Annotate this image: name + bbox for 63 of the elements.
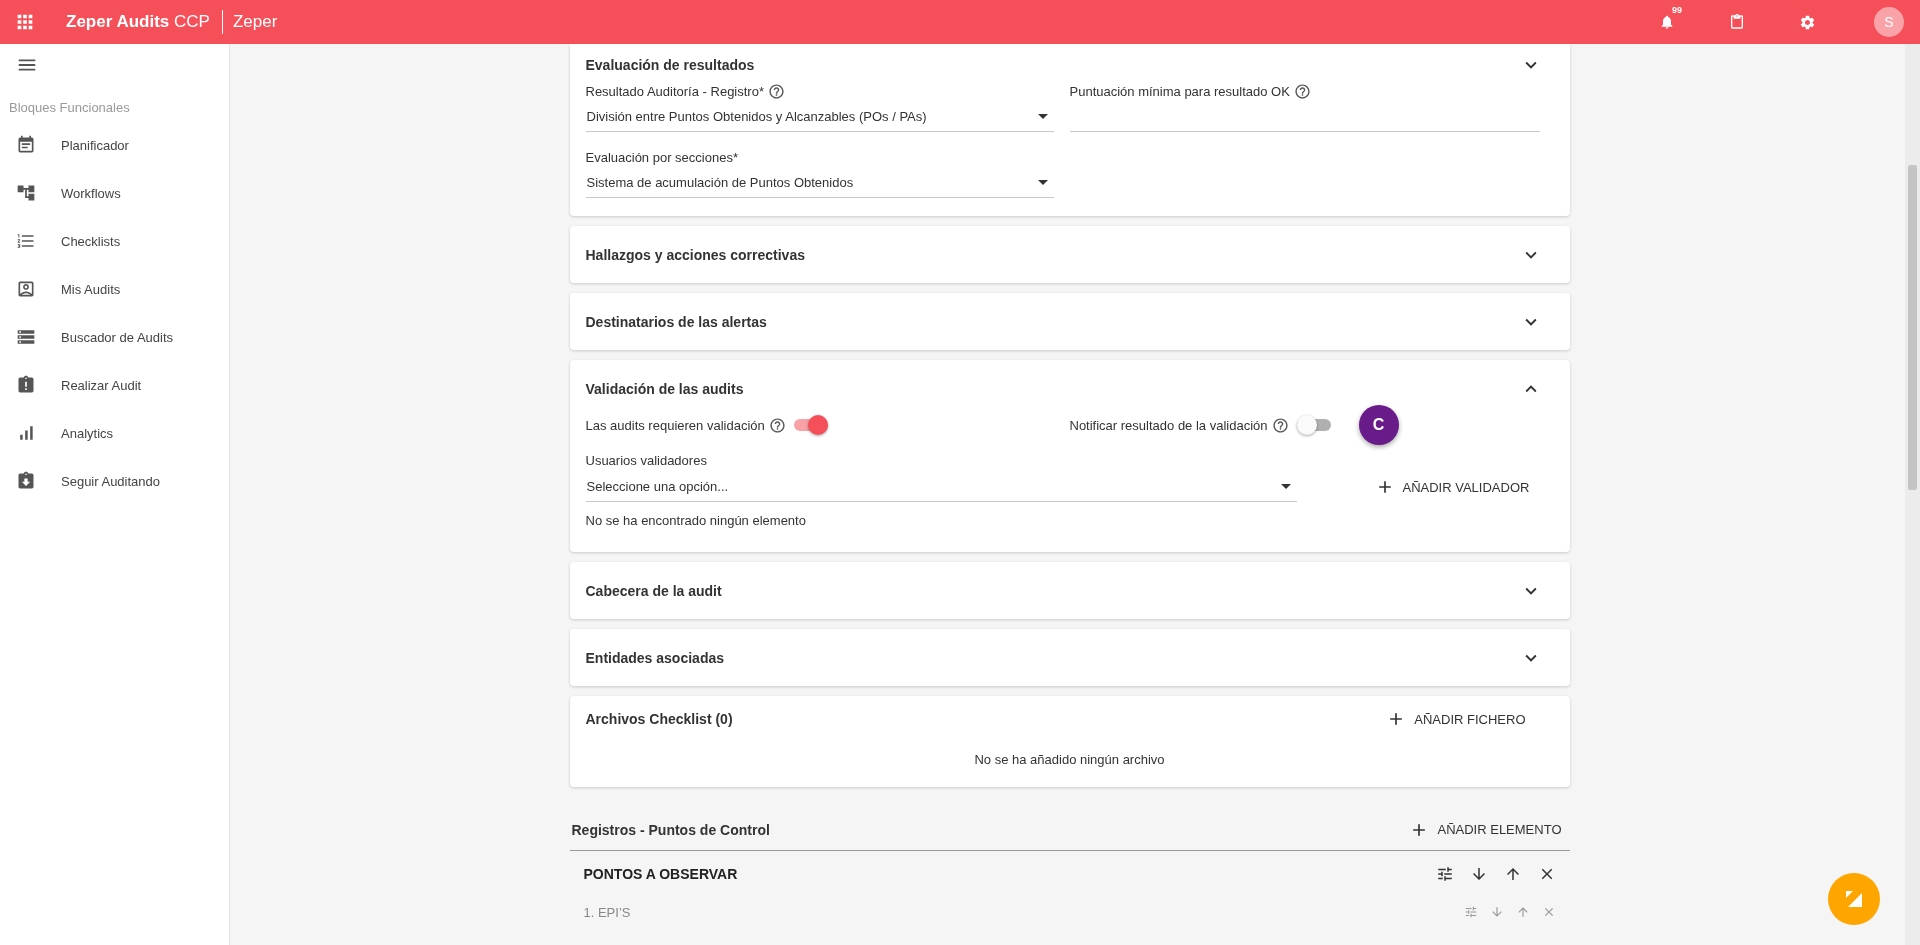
tune-button[interactable] (1435, 865, 1454, 883)
section-title: Registros - Puntos de Control (571, 821, 770, 838)
add-file-button[interactable]: AÑADIR FICHERO (1378, 703, 1534, 735)
select-field[interactable]: Sistema de acumulación de Puntos Obtenidos (585, 168, 1054, 198)
organization-name: Zeper (221, 10, 278, 34)
sidebar-heading: Bloques Funcionales (9, 100, 131, 115)
clipboard-download-icon (16, 471, 36, 491)
numbered-list-icon (16, 231, 36, 251)
field-label: Resultado Auditoría - Registro* (585, 83, 764, 99)
sliders-icon (1435, 865, 1454, 883)
notification-count: 99 (1671, 5, 1683, 15)
section-title: Cabecera de la audit (585, 582, 722, 599)
square-slash-icon (1844, 889, 1864, 909)
section-title: Validación de las audits (585, 380, 744, 397)
help-icon[interactable] (1271, 416, 1289, 434)
scrollbar[interactable] (1905, 44, 1920, 945)
sidebar-item[interactable]: Buscador de Audits (0, 313, 229, 361)
select-field[interactable]: Seleccione una opción... (585, 472, 1297, 502)
storage-icon (16, 327, 36, 347)
sidebar-item[interactable]: Analytics (0, 409, 229, 457)
hierarchy-icon (16, 183, 36, 203)
sidebar-item[interactable]: Mis Audits (0, 265, 229, 313)
section-title: Evaluación de resultados (585, 57, 755, 73)
empty-message: No se ha añadido ningún archivo (973, 751, 1166, 769)
sidebar-item[interactable]: Workflows (0, 169, 229, 217)
help-icon[interactable] (768, 416, 786, 434)
section-title: Entidades asociadas (585, 649, 724, 666)
help-icon[interactable] (1293, 82, 1311, 100)
select-field[interactable]: División entre Puntos Obtenidos y Alcanzables (POs / PAs) (585, 102, 1054, 132)
avatar-badge: C (1358, 405, 1399, 445)
add-validator-button[interactable]: AÑADIR VALIDADOR (1366, 471, 1538, 503)
toggle-switch[interactable] (1296, 415, 1331, 435)
portrait-icon (16, 279, 36, 299)
dropdown-caret-icon (1280, 484, 1291, 489)
dropdown-caret-icon (1037, 180, 1048, 185)
section-title: Archivos Checklist (0) (585, 711, 733, 727)
field-label: Puntuación mínima para resultado OK (1069, 83, 1290, 99)
toggle-switch[interactable] (793, 415, 828, 435)
app-title: Zeper Audits CCP (66, 12, 210, 32)
section-title: Hallazgos y acciones correctivas (585, 246, 805, 263)
sidebar-item[interactable]: Seguir Auditando (0, 457, 229, 505)
control-point-item: 1. EPI’S (583, 904, 631, 920)
toggle-label: Las audits requieren validación (585, 417, 765, 433)
sliders-icon (1463, 905, 1478, 919)
field-label: Evaluación por secciones* (585, 149, 738, 165)
clipboard-button[interactable] (1729, 14, 1745, 30)
group-title: PONTOS A OBSERVAR (583, 866, 738, 882)
field-label: Usuarios validadores (585, 452, 707, 468)
add-element-button[interactable]: AÑADIR ELEMENTO (1401, 813, 1570, 846)
settings-button[interactable] (1799, 13, 1816, 31)
dropdown-caret-icon (1037, 114, 1048, 119)
sidebar-item[interactable]: Planificador (0, 121, 229, 169)
section-title: Destinatarios de las alertas (585, 313, 767, 330)
help-icon[interactable] (768, 82, 785, 100)
settings-icon (1799, 13, 1816, 31)
bell-icon (1659, 14, 1675, 30)
sidebar-item[interactable]: Checklists (0, 217, 229, 265)
clipboard-icon (1729, 14, 1745, 30)
calendar-icon (16, 135, 36, 155)
clipboard-alert-icon (16, 375, 36, 395)
sidebar-item[interactable]: Realizar Audit (0, 361, 229, 409)
toggle-label: Notificar resultado de la validación (1069, 417, 1268, 433)
empty-message: No se ha encontrado ningún elemento (585, 512, 807, 530)
